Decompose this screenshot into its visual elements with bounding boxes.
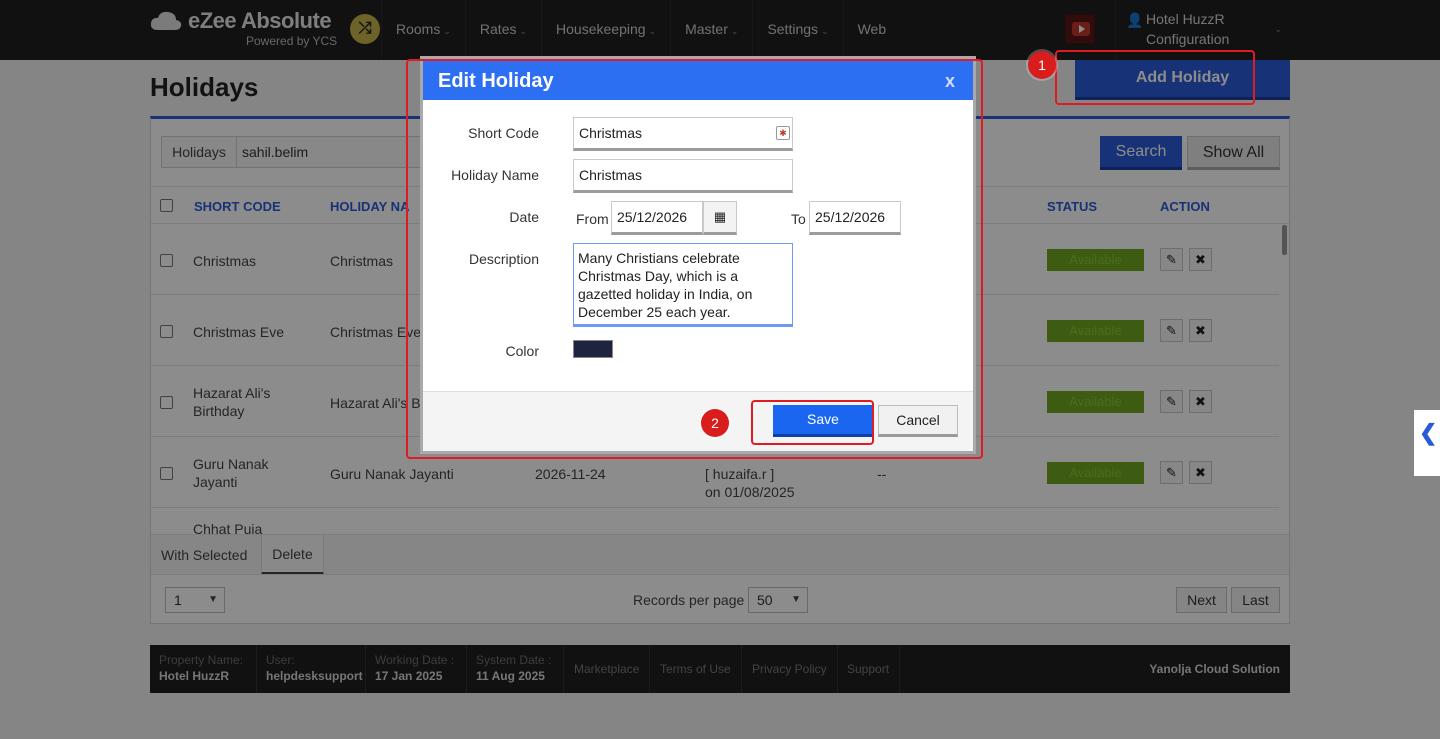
modal-highlight-box: [406, 59, 983, 459]
step-marker-2: 2: [701, 409, 729, 437]
chevron-left-icon: ❮: [1419, 420, 1438, 445]
save-highlight-box: [751, 400, 874, 445]
side-panel-toggle[interactable]: ❮: [1414, 410, 1440, 476]
step-marker-1: 1: [1028, 51, 1056, 79]
add-holiday-highlight-box: [1055, 50, 1255, 105]
